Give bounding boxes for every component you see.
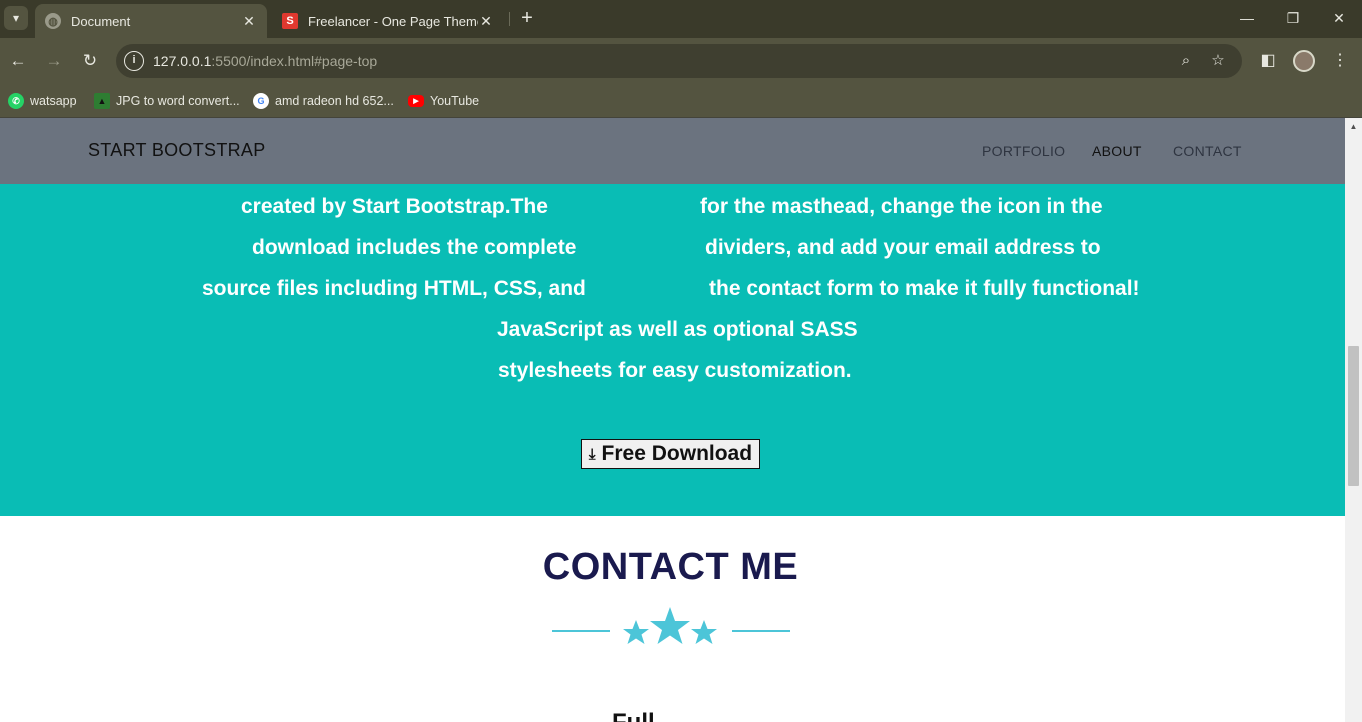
star-icon — [650, 607, 690, 644]
back-arrow-icon[interactable]: ← — [6, 49, 30, 73]
about-text-right-line: the contact form to make it fully functi… — [709, 277, 1140, 300]
bookmark-youtube[interactable]: ▶ YouTube — [408, 90, 479, 112]
star-icon — [691, 620, 717, 644]
zoom-icon[interactable]: ⌕ — [1177, 52, 1195, 70]
site-info-icon[interactable]: i — [124, 51, 144, 71]
reload-icon[interactable]: ↻ — [78, 49, 102, 73]
scroll-up-arrow-icon[interactable]: ▲ — [1345, 120, 1362, 134]
close-window-icon[interactable]: ✕ — [1316, 0, 1362, 36]
tab-separator — [509, 12, 510, 26]
bookmark-label: watsapp — [30, 94, 77, 108]
globe-icon: ◍ — [45, 13, 61, 29]
bookmark-jpg-to-word[interactable]: ▲ JPG to word convert... — [94, 90, 240, 112]
about-text-left-line: source files including HTML, CSS, and — [202, 277, 586, 300]
chevron-down-icon: ▾ — [12, 11, 20, 25]
browser-toolbar: ← → ↻ i 127.0.0.1:5500/index.html#page-t… — [0, 38, 1362, 84]
about-text-left-line: JavaScript as well as optional SASS — [497, 318, 858, 341]
bookmark-watsapp[interactable]: ✆ watsapp — [8, 90, 77, 112]
page-scrollbar[interactable]: ▲ — [1345, 118, 1362, 722]
menu-kebab-icon[interactable]: ⋮ — [1328, 49, 1352, 73]
contact-section: CONTACT ME Full — [0, 516, 1345, 722]
forward-arrow-icon[interactable]: → — [42, 49, 66, 73]
site-brand[interactable]: START BOOTSTRAP — [88, 140, 266, 161]
bookmark-label: amd radeon hd 652... — [275, 94, 394, 108]
google-icon: G — [253, 93, 269, 109]
url-path: :5500/index.html#page-top — [211, 53, 378, 69]
bookmarks-bar: ✆ watsapp ▲ JPG to word convert... G amd… — [0, 84, 1362, 118]
page-viewport: START BOOTSTRAP PORTFOLIO ABOUT CONTACT … — [0, 118, 1345, 722]
about-text-right-line: for the masthead, change the icon in the — [700, 195, 1103, 218]
tab-document[interactable]: ◍ Document ✕ — [35, 4, 267, 38]
nav-link-about[interactable]: ABOUT — [1092, 143, 1142, 159]
contact-heading: CONTACT ME — [542, 546, 799, 588]
restore-icon[interactable]: ❐ — [1270, 0, 1316, 36]
whatsapp-icon: ✆ — [8, 93, 24, 109]
startbootstrap-favicon-icon: S — [282, 13, 298, 29]
youtube-icon: ▶ — [408, 95, 424, 107]
star-icon — [623, 620, 649, 644]
site-navbar: START BOOTSTRAP PORTFOLIO ABOUT CONTACT — [0, 118, 1345, 184]
divider-line-left — [552, 630, 610, 632]
about-text-right-line: dividers, and add your email address to — [705, 236, 1101, 259]
about-text-left-line: stylesheets for easy customization. — [498, 359, 852, 382]
jpg-converter-icon: ▲ — [94, 93, 110, 109]
about-section: created by Start Bootstrap.The download … — [0, 184, 1345, 516]
close-icon[interactable]: ✕ — [478, 13, 494, 30]
about-text-left-line: download includes the complete — [252, 236, 577, 259]
free-download-button[interactable]: ⤓ Free Download — [581, 439, 760, 469]
about-text-left-line: created by Start Bootstrap.The — [241, 195, 548, 218]
minimize-icon[interactable]: — — [1224, 0, 1270, 36]
divider-line-right — [732, 630, 790, 632]
nav-link-portfolio[interactable]: PORTFOLIO — [982, 143, 1065, 159]
bookmark-amd-radeon[interactable]: G amd radeon hd 652... — [253, 90, 394, 112]
tab-search-button[interactable]: ▾ — [4, 6, 28, 30]
new-tab-icon[interactable]: + — [516, 8, 538, 30]
address-bar[interactable]: i 127.0.0.1:5500/index.html#page-top ⌕ ☆ — [116, 44, 1242, 78]
tab-title: Freelancer - One Page Theme - — [308, 13, 478, 29]
scrollbar-thumb[interactable] — [1348, 346, 1359, 486]
url-host: 127.0.0.1 — [153, 53, 212, 69]
browser-tab-bar: ▾ ◍ Document ✕ S Freelancer - One Page T… — [0, 0, 1362, 38]
bookmark-label: JPG to word convert... — [116, 94, 240, 108]
close-icon[interactable]: ✕ — [241, 13, 257, 30]
profile-avatar[interactable] — [1293, 50, 1315, 72]
bookmark-star-icon[interactable]: ☆ — [1209, 52, 1227, 70]
side-panel-icon[interactable]: ◧ — [1256, 49, 1280, 73]
tab-title: Document — [71, 13, 131, 29]
download-icon: ⤓ — [588, 445, 596, 463]
tab-freelancer[interactable]: S Freelancer - One Page Theme - ✕ — [272, 4, 504, 38]
bookmark-label: YouTube — [430, 94, 480, 108]
url-text[interactable]: 127.0.0.1:5500/index.html#page-top — [153, 53, 377, 69]
divider-stars-icon — [623, 607, 717, 644]
contact-subheading: Full — [612, 709, 655, 722]
nav-link-contact[interactable]: CONTACT — [1173, 143, 1242, 159]
free-download-label: Free Download — [601, 442, 753, 465]
